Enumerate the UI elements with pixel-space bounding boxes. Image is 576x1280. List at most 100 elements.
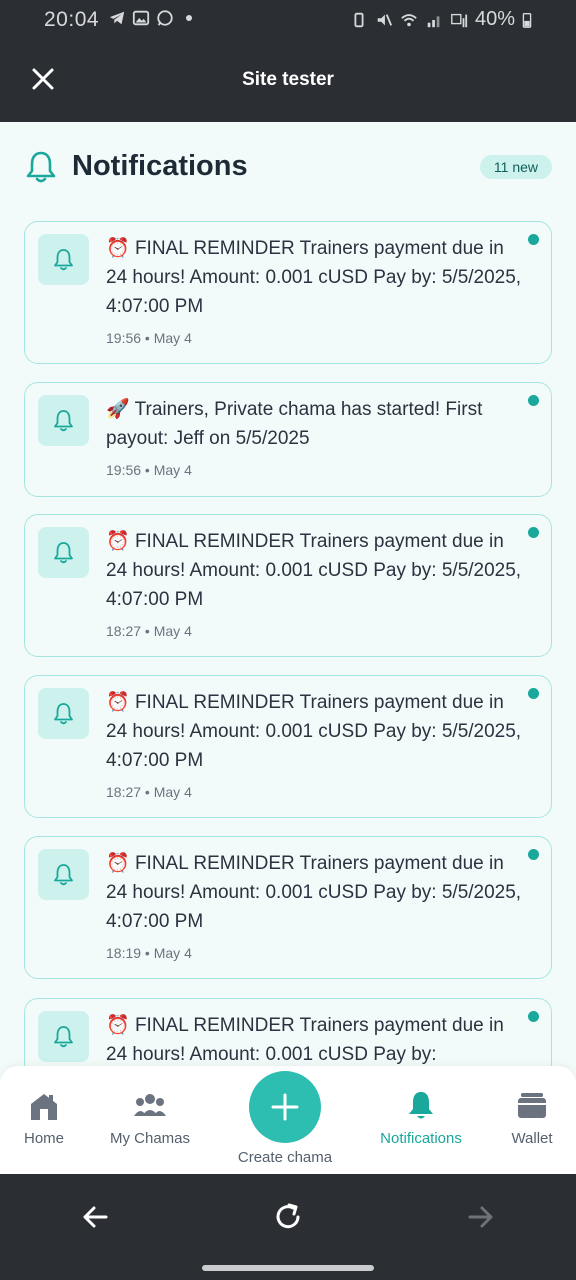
gesture-bar: [0, 1258, 576, 1280]
home-indicator[interactable]: [202, 1265, 374, 1271]
notification-message: ⏰ FINAL REMINDER Trainers payment due in…: [106, 849, 526, 936]
notification-card[interactable]: ⏰ FINAL REMINDER Trainers payment due in…: [24, 221, 552, 364]
bell-icon: [54, 542, 73, 564]
notification-card[interactable]: ⏰ FINAL REMINDER Trainers payment due in…: [24, 514, 552, 657]
notification-time: 18:27: [106, 623, 142, 639]
nav-home-label: Home: [23, 1130, 64, 1147]
notifications-screen: Notifications 11 new ⏰ FINAL REMINDER Tr…: [0, 122, 576, 1174]
notification-text: FINAL REMINDER Trainers payment due in 2…: [106, 853, 522, 932]
new-count-badge: 11 new: [479, 155, 552, 179]
whatsapp-icon: [157, 10, 173, 26]
notification-icon-box: [38, 395, 89, 446]
notification-timestamp: 18:27 • May 4: [106, 623, 192, 639]
gallery-icon: [132, 10, 150, 26]
nav-wallet[interactable]: Wallet: [496, 1066, 568, 1174]
notification-timestamp: 19:56 • May 4: [106, 330, 192, 346]
nav-home[interactable]: Home: [8, 1066, 80, 1174]
nav-my-chamas[interactable]: My Chamas: [100, 1066, 200, 1174]
back-arrow-icon[interactable]: [81, 1202, 111, 1232]
bell-icon: [26, 151, 56, 183]
unread-dot: [528, 395, 539, 406]
notification-date: May 4: [153, 330, 192, 346]
browser-toolbar: [0, 1174, 576, 1258]
notification-time: 19:56: [106, 330, 142, 346]
status-time: 20:04: [44, 8, 100, 31]
notification-message: ⏰ FINAL REMINDER Trainers payment due in…: [106, 527, 526, 614]
header-title: Site tester: [242, 69, 334, 90]
mute-icon: [377, 13, 392, 26]
telegram-icon: [109, 11, 125, 25]
create-chama-label: Create chama: [237, 1149, 333, 1166]
battery-percent: 40%: [474, 8, 515, 30]
notification-icon-box: [38, 527, 89, 578]
bell-icon: [54, 864, 73, 886]
signal-icon: [427, 15, 440, 27]
notification-icon-box: [38, 1011, 89, 1062]
home-icon: [31, 1094, 57, 1120]
notification-emoji: ⏰: [106, 531, 130, 552]
unread-dot: [528, 1011, 539, 1022]
status-bar: 20:04 40%: [0, 0, 576, 40]
bell-icon: [54, 703, 73, 725]
notification-timestamp: 19:56 • May 4: [106, 462, 192, 478]
app-header: Site tester: [0, 40, 576, 122]
bell-icon: [409, 1092, 433, 1119]
forward-arrow-icon[interactable]: [465, 1202, 495, 1232]
wifi-icon: [401, 13, 417, 26]
notification-card[interactable]: 🚀 Trainers, Private chama has started! F…: [24, 382, 552, 497]
notification-timestamp: 18:27 • May 4: [106, 784, 192, 800]
notification-timestamp: 18:19 • May 4: [106, 945, 192, 961]
notification-message: 🚀 Trainers, Private chama has started! F…: [106, 395, 526, 453]
page-title: Notifications: [72, 150, 248, 182]
notification-text: FINAL REMINDER Trainers payment due in 2…: [106, 692, 522, 771]
notification-text: FINAL REMINDER Trainers payment due in 2…: [106, 1015, 504, 1065]
reload-icon[interactable]: [273, 1202, 303, 1232]
notification-date: May 4: [153, 462, 192, 478]
vibrate-icon: [354, 12, 364, 27]
notification-emoji: ⏰: [106, 238, 130, 259]
plus-icon: [271, 1093, 299, 1121]
notification-message: ⏰ FINAL REMINDER Trainers payment due in…: [106, 234, 526, 321]
notification-emoji: ⏰: [106, 1015, 130, 1036]
nav-wallet-label: Wallet: [511, 1130, 553, 1147]
unread-dot: [528, 688, 539, 699]
notification-time: 18:19: [106, 945, 142, 961]
bottom-navigation: Home My Chamas Create chama Notification…: [0, 1066, 576, 1174]
more-notifications-dot: [186, 15, 192, 21]
notification-message: ⏰ FINAL REMINDER Trainers payment due in…: [106, 688, 526, 775]
bell-icon: [54, 410, 73, 432]
unread-dot: [528, 234, 539, 245]
notification-emoji: 🚀: [106, 399, 130, 420]
nav-notifications[interactable]: Notifications: [371, 1066, 471, 1174]
notification-time: 19:56: [106, 462, 142, 478]
status-right-icons: 40%: [350, 8, 532, 31]
notification-emoji: ⏰: [106, 853, 130, 874]
notification-icon-box: [38, 234, 89, 285]
status-left-icons: [108, 9, 192, 27]
notification-card[interactable]: ⏰ FINAL REMINDER Trainers payment due in…: [24, 675, 552, 818]
notification-text: FINAL REMINDER Trainers payment due in 2…: [106, 238, 522, 317]
wallet-icon: [518, 1093, 546, 1118]
unread-dot: [528, 527, 539, 538]
unread-dot: [528, 849, 539, 860]
nav-notifications-label: Notifications: [380, 1130, 462, 1147]
notification-emoji: ⏰: [106, 692, 130, 713]
users-group-icon: [134, 1094, 166, 1116]
nav-my-chamas-label: My Chamas: [109, 1130, 191, 1147]
bell-icon: [54, 249, 73, 271]
notification-icon-box: [38, 688, 89, 739]
notification-text: Trainers, Private chama has started! Fir…: [106, 399, 483, 449]
notification-message: ⏰ FINAL REMINDER Trainers payment due in…: [106, 1011, 526, 1069]
notification-date: May 4: [153, 623, 192, 639]
notification-date: May 4: [153, 784, 192, 800]
lte-signal-icon: [451, 13, 468, 27]
notification-icon-box: [38, 849, 89, 900]
notification-text: FINAL REMINDER Trainers payment due in 2…: [106, 531, 522, 610]
battery-icon: [522, 12, 532, 28]
page-header: Notifications 11 new: [24, 148, 552, 188]
notification-card[interactable]: ⏰ FINAL REMINDER Trainers payment due in…: [24, 836, 552, 979]
create-chama-button[interactable]: [249, 1071, 321, 1143]
bell-icon: [54, 1026, 73, 1048]
notification-date: May 4: [153, 945, 192, 961]
notification-time: 18:27: [106, 784, 142, 800]
